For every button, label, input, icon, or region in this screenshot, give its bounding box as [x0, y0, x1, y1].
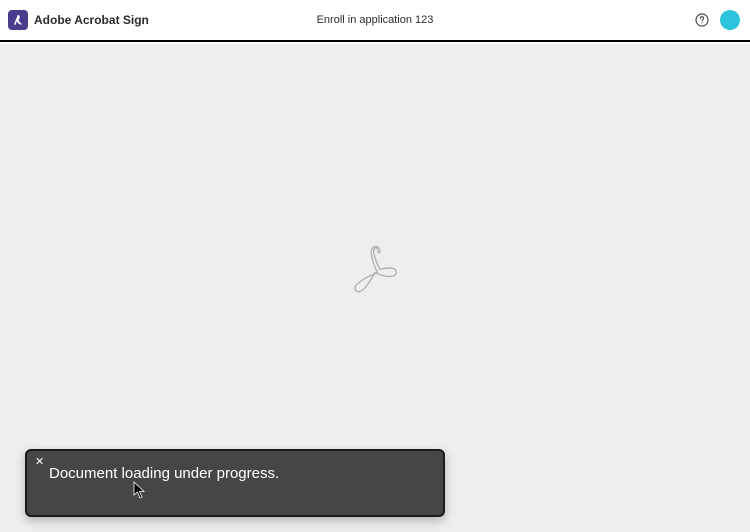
close-icon[interactable]: ✕ — [35, 457, 44, 468]
toast-message: Document loading under progress. — [49, 465, 279, 482]
app-logo-icon — [8, 10, 28, 30]
acrobat-mark-icon — [344, 239, 406, 306]
header-right — [694, 10, 740, 30]
app-name: Adobe Acrobat Sign — [34, 13, 149, 27]
document-title: Enroll in application 123 — [317, 14, 434, 26]
help-icon[interactable] — [694, 12, 710, 28]
main-area: ✕ Document loading under progress. — [0, 44, 750, 532]
header-bar: Adobe Acrobat Sign Enroll in application… — [0, 0, 750, 42]
loading-toast: ✕ Document loading under progress. — [25, 449, 445, 517]
avatar[interactable] — [720, 10, 740, 30]
header-left: Adobe Acrobat Sign — [0, 10, 149, 30]
